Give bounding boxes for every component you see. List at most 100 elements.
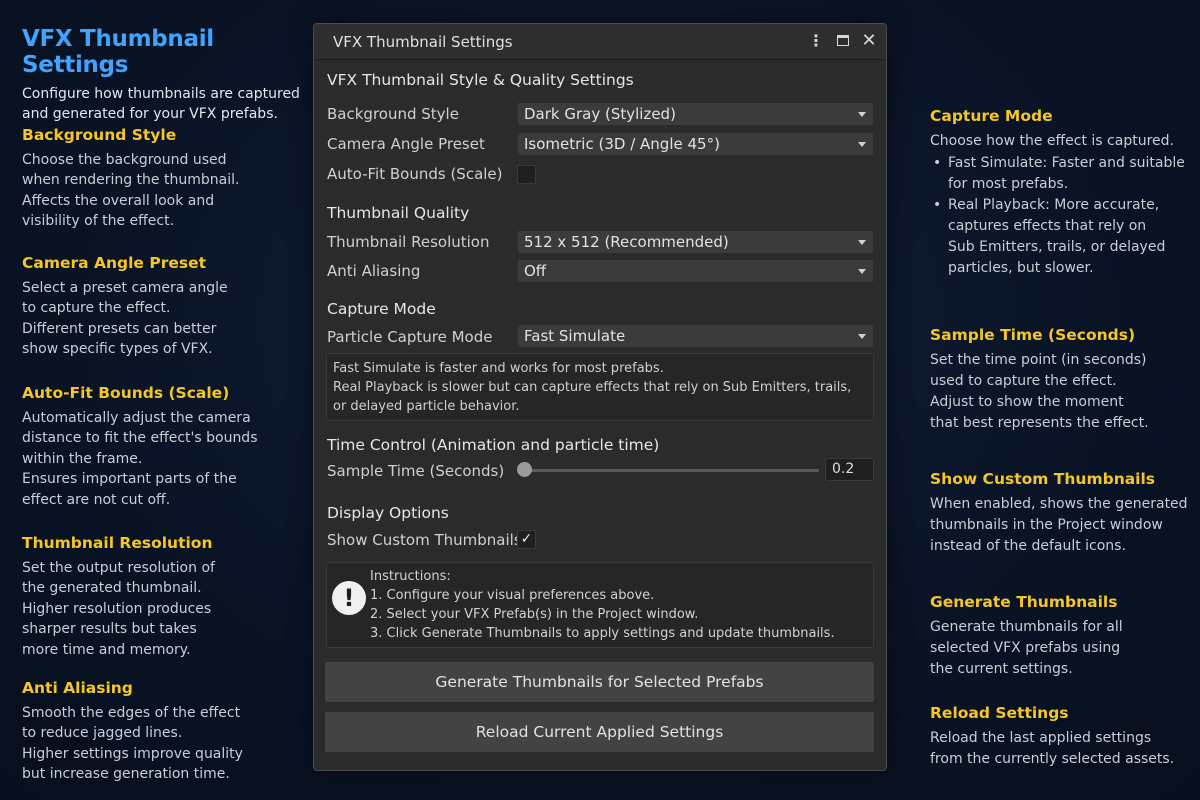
help-line: distance to fit the effect's bounds xyxy=(22,430,258,447)
help-line: the generated thumbnail. xyxy=(22,580,202,597)
help-body: Select a preset camera angle to capture … xyxy=(22,278,304,360)
help-line: the current settings. xyxy=(930,661,1073,677)
reload-settings-button[interactable]: Reload Current Applied Settings xyxy=(324,711,875,753)
help-body: Set the time point (in seconds) used to … xyxy=(930,350,1188,434)
help-title: Show Custom Thumbnails xyxy=(930,470,1156,488)
help-line: When enabled, shows the generated xyxy=(930,496,1188,512)
help-title: Background Style xyxy=(22,126,177,144)
help-line: Choose the background used xyxy=(22,152,227,168)
help-line: visibility of the effect. xyxy=(22,213,175,230)
help-line: within the frame. xyxy=(22,450,143,467)
help-auto-fit: Auto-Fit Bounds (Scale) Automatically ad… xyxy=(22,384,304,510)
help-line: for most prefabs. xyxy=(948,176,1069,192)
help-title: Capture Mode xyxy=(930,107,1053,125)
background-style-dropdown[interactable]: Dark Gray (Stylized) xyxy=(517,102,874,126)
help-reload-settings: Reload Settings Reload the last applied … xyxy=(930,704,1188,770)
auto-fit-label: Auto-Fit Bounds (Scale) xyxy=(327,165,503,183)
help-line: Reload the last applied settings xyxy=(930,730,1152,746)
capture-mode-dropdown[interactable]: Fast Simulate xyxy=(517,324,874,348)
help-title: Sample Time (Seconds) xyxy=(930,326,1136,344)
info-line: Real Playback is slower but can capture … xyxy=(333,380,852,395)
help-line: captures effects that rely on xyxy=(948,218,1147,234)
page-title: VFX Thumbnail Settings xyxy=(22,26,214,78)
camera-angle-label: Camera Angle Preset xyxy=(327,135,485,153)
dropdown-value: Fast Simulate xyxy=(524,327,626,345)
settings-window: VFX Thumbnail Settings ⋮ ✕ VFX Thumbnail… xyxy=(313,23,887,771)
help-line: particles, but slower. xyxy=(948,260,1094,276)
resolution-dropdown[interactable]: 512 x 512 (Recommended) xyxy=(517,230,874,254)
window-title: VFX Thumbnail Settings xyxy=(333,33,513,51)
time-control-header: Time Control (Animation and particle tim… xyxy=(327,436,660,454)
help-line: Smooth the edges of the effect xyxy=(22,705,241,721)
info-line: or delayed particle behavior. xyxy=(333,399,520,414)
capture-mode-bullets: Fast Simulate: Faster and suitable for m… xyxy=(930,153,1188,279)
dropdown-value: Dark Gray (Stylized) xyxy=(524,105,676,123)
help-line: Higher settings improve quality xyxy=(22,745,243,762)
help-line: Different presets can better xyxy=(22,320,217,337)
help-body: Generate thumbnails for all selected VFX… xyxy=(930,617,1188,680)
help-line: Affects the overall look and xyxy=(22,192,215,209)
window-titlebar[interactable]: VFX Thumbnail Settings ⋮ ✕ xyxy=(314,24,886,60)
dropdown-value: Isometric (3D / Angle 45°) xyxy=(524,135,720,153)
sample-time-input[interactable]: 0.2 xyxy=(825,458,874,481)
help-line: Choose how the effect is captured. xyxy=(930,133,1174,149)
help-line: used to capture the effect. xyxy=(930,373,1117,389)
right-help-column: Capture Mode Choose how the effect is ca… xyxy=(930,0,1190,800)
bullet-item: Real Playback: More accurate, captures e… xyxy=(930,195,1188,279)
anti-aliasing-dropdown[interactable]: Off xyxy=(517,259,874,283)
capture-mode-label: Particle Capture Mode xyxy=(327,328,493,346)
help-line: Set the time point (in seconds) xyxy=(930,352,1147,368)
instructions-text: Instructions: 1. Configure your visual p… xyxy=(370,567,835,643)
show-custom-label: Show Custom Thumbnails xyxy=(327,531,522,549)
anti-aliasing-label: Anti Aliasing xyxy=(327,262,421,280)
sample-time-slider-handle[interactable] xyxy=(517,462,532,477)
style-quality-header: VFX Thumbnail Style & Quality Settings xyxy=(327,71,634,89)
info-line: Fast Simulate is faster and works for mo… xyxy=(333,361,664,376)
generate-thumbnails-button[interactable]: Generate Thumbnails for Selected Prefabs xyxy=(324,661,875,703)
help-line: but increase generation time. xyxy=(22,766,230,783)
help-title: Anti Aliasing xyxy=(22,679,133,697)
chevron-down-icon xyxy=(858,240,866,245)
close-icon[interactable]: ✕ xyxy=(859,31,879,51)
help-line: Higher resolution produces xyxy=(22,600,212,617)
camera-angle-dropdown[interactable]: Isometric (3D / Angle 45°) xyxy=(517,132,874,156)
help-line: that best represents the effect. xyxy=(930,415,1149,431)
menu-icon[interactable]: ⋮ xyxy=(806,31,826,51)
thumbnail-quality-header: Thumbnail Quality xyxy=(327,204,470,222)
instructions-box: ! Instructions: 1. Configure your visual… xyxy=(326,562,874,648)
instructions-heading: Instructions: xyxy=(370,569,451,584)
capture-mode-header: Capture Mode xyxy=(327,300,436,318)
subtitle-line: Configure how thumbnails are captured xyxy=(22,86,300,102)
sample-time-slider-track[interactable] xyxy=(521,469,819,472)
resolution-label: Thumbnail Resolution xyxy=(327,233,490,251)
help-line: Adjust to show the moment xyxy=(930,394,1124,410)
help-title: Generate Thumbnails xyxy=(930,593,1118,611)
help-line: to reduce jagged lines. xyxy=(22,725,183,742)
capture-mode-info: Fast Simulate is faster and works for mo… xyxy=(326,353,874,421)
help-body: Automatically adjust the camera distance… xyxy=(22,408,304,510)
maximize-icon[interactable] xyxy=(833,31,853,51)
help-body: When enabled, shows the generated thumbn… xyxy=(930,494,1188,557)
chevron-down-icon xyxy=(858,112,866,117)
help-line: selected VFX prefabs using xyxy=(930,640,1121,656)
help-line: Real Playback: More accurate, xyxy=(948,197,1160,213)
help-line: instead of the default icons. xyxy=(930,538,1126,554)
help-line: Automatically adjust the camera xyxy=(22,410,251,426)
help-sample-time: Sample Time (Seconds) Set the time point… xyxy=(930,326,1188,434)
help-capture-mode: Capture Mode Choose how the effect is ca… xyxy=(930,107,1188,279)
help-anti-aliasing: Anti Aliasing Smooth the edges of the ef… xyxy=(22,679,304,785)
chevron-down-icon xyxy=(858,142,866,147)
exclamation-icon: ! xyxy=(332,581,366,615)
help-line: thumbnails in the Project window xyxy=(930,517,1163,533)
help-show-custom-thumbnails: Show Custom Thumbnails When enabled, sho… xyxy=(930,470,1188,557)
help-title: Auto-Fit Bounds (Scale) xyxy=(22,384,230,402)
help-background-style: Background Style Choose the background u… xyxy=(22,126,304,232)
show-custom-checkbox[interactable]: ✓ xyxy=(517,530,536,549)
chevron-down-icon xyxy=(858,334,866,339)
help-line: from the currently selected assets. xyxy=(930,751,1175,767)
auto-fit-checkbox[interactable] xyxy=(517,165,536,184)
help-thumbnail-resolution: Thumbnail Resolution Set the output reso… xyxy=(22,534,304,660)
help-title: Camera Angle Preset xyxy=(22,254,207,272)
instruction-item: 1. Configure your visual preferences abo… xyxy=(370,588,655,603)
help-body: Reload the last applied settings from th… xyxy=(930,728,1188,770)
